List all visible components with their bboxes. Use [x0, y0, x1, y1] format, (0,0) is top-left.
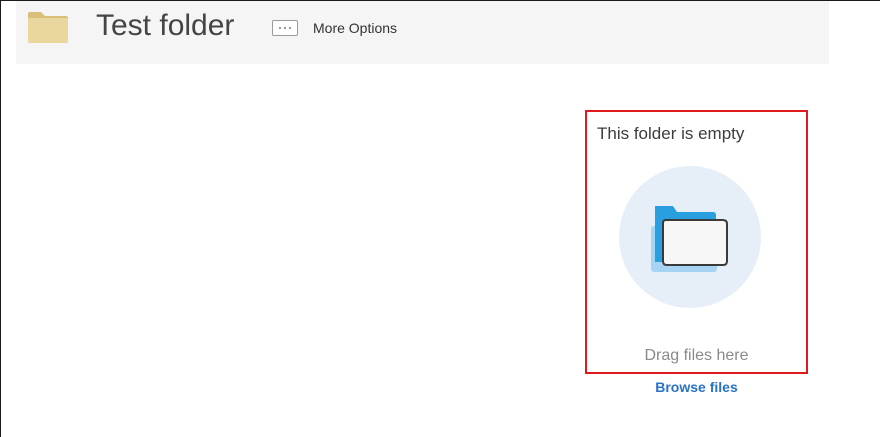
more-options-label[interactable]: More Options: [313, 20, 397, 36]
page-title: Test folder: [96, 9, 235, 42]
browse-files-link[interactable]: Browse files: [585, 377, 808, 397]
empty-folder-dropzone[interactable]: This folder is empty Drag files here: [585, 110, 808, 374]
empty-folder-title: This folder is empty: [597, 124, 745, 143]
frame-left-border: [0, 0, 1, 437]
ellipsis-icon[interactable]: [272, 20, 298, 36]
more-options-button[interactable]: More Options: [272, 18, 397, 38]
folder-icon: [28, 12, 68, 43]
empty-folder-icon: [651, 206, 728, 272]
empty-folder-illustration: [619, 166, 761, 308]
drag-files-hint: Drag files here: [644, 347, 749, 364]
